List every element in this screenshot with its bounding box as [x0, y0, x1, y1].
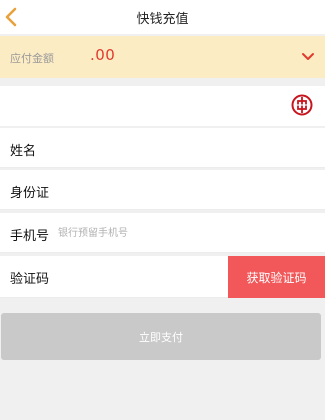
phone-input[interactable]: [58, 219, 313, 247]
amount-due-value: .00: [90, 46, 116, 64]
name-input[interactable]: [58, 134, 313, 162]
verification-code-input[interactable]: [58, 262, 218, 290]
quick-recharge-screen: 快钱充值 应付金额 .00 姓名 身份证 手机号 验证码 获取验证码 立即支付: [0, 0, 325, 420]
page-title: 快钱充值: [136, 12, 189, 27]
name-row: 姓名: [0, 128, 325, 168]
name-label: 姓名: [10, 144, 37, 159]
id-card-input[interactable]: [58, 176, 313, 204]
nav-bar: 快钱充值: [0, 0, 325, 34]
verification-code-row: 验证码 获取验证码: [0, 256, 325, 298]
bank-card-selector[interactable]: [0, 86, 325, 126]
id-card-row: 身份证: [0, 170, 325, 210]
phone-label: 手机号: [10, 229, 50, 244]
phone-row: 手机号: [0, 213, 325, 253]
get-verification-code-button[interactable]: 获取验证码: [228, 256, 325, 298]
chevron-down-icon[interactable]: [301, 51, 315, 63]
pay-now-button[interactable]: 立即支付: [1, 313, 321, 360]
amount-due-bar[interactable]: 应付金额 .00: [0, 36, 325, 78]
id-card-label: 身份证: [10, 186, 50, 201]
amount-due-label: 应付金额: [10, 52, 54, 65]
verification-code-label: 验证码: [10, 272, 50, 287]
icbc-bank-logo-icon: [291, 94, 313, 116]
